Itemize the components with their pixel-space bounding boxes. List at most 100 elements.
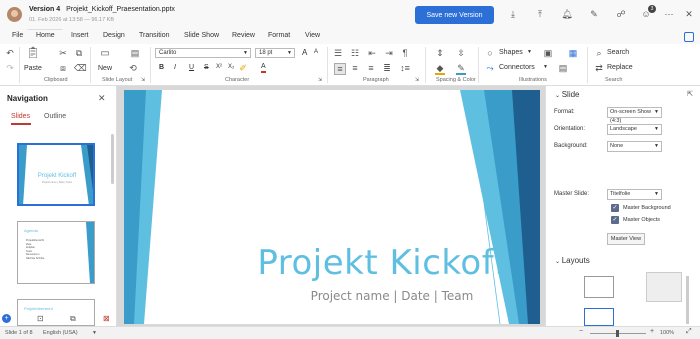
picture-icon[interactable]: ▣ — [543, 48, 553, 58]
chevron-down-icon[interactable]: ▼ — [92, 330, 97, 336]
slide-view-icon[interactable]: ⊡ — [37, 314, 44, 323]
grow-font-button[interactable]: A — [302, 48, 307, 57]
paragraph-mark-icon[interactable]: ¶ — [400, 48, 410, 58]
menu-review[interactable]: Review — [232, 32, 255, 39]
underline-button[interactable]: U — [189, 64, 194, 71]
share-icon[interactable]: ☍ — [615, 8, 627, 20]
menu-insert[interactable]: Insert — [71, 32, 89, 39]
background-select[interactable]: None ▼ — [607, 141, 662, 152]
orientation-select[interactable]: Landscape ▼ — [607, 124, 662, 135]
strikethrough-button[interactable]: S — [204, 64, 209, 71]
align-left-icon[interactable]: ≡ — [334, 63, 346, 75]
chevron-down-icon[interactable]: ▼ — [527, 49, 532, 55]
menu-file[interactable]: File — [12, 32, 23, 39]
highlight-color-icon[interactable]: ✐ — [238, 63, 248, 73]
master-objects-checkbox[interactable]: ✓ — [611, 216, 619, 224]
avatar[interactable] — [7, 7, 22, 22]
upload-icon[interactable]: ⤒ — [534, 8, 546, 20]
navigation-scrollbar[interactable] — [111, 134, 114, 184]
copy-icon[interactable]: ⧉ — [74, 48, 84, 58]
superscript-button[interactable]: X² — [216, 64, 222, 70]
search-button[interactable]: Search — [607, 49, 629, 56]
new-slide-icon[interactable]: ▭ — [98, 49, 112, 59]
launcher-icon[interactable]: ⇲ — [317, 75, 323, 85]
master-background-checkbox[interactable]: ✓ — [611, 204, 619, 212]
layout-thumbnail[interactable] — [646, 272, 682, 302]
format-select[interactable]: On-screen Show (4:3) ▼ — [607, 107, 662, 124]
increase-indent-icon[interactable]: ⇥ — [384, 48, 394, 58]
fit-to-window-icon[interactable]: ⤢ — [686, 328, 692, 336]
new-slide-button[interactable]: New — [98, 65, 112, 72]
sidebar-toggle-icon[interactable] — [684, 32, 694, 42]
expand-panel-icon[interactable]: ⇱ — [686, 90, 694, 100]
menu-home[interactable]: Home — [36, 32, 55, 39]
save-new-version-button[interactable]: Save new Version — [415, 6, 494, 24]
cut-icon[interactable]: ✂ — [58, 48, 68, 58]
tab-slides[interactable]: Slides — [11, 113, 30, 120]
menu-transition[interactable]: Transition — [139, 32, 169, 39]
bullet-list-icon[interactable]: ☰ — [333, 48, 343, 58]
bold-button[interactable]: B — [159, 64, 164, 71]
section-layouts-header[interactable]: ⌄ Layouts — [555, 256, 590, 265]
chevron-down-icon[interactable]: ▼ — [543, 64, 548, 70]
slide-thumbnail-3[interactable]: Projektübersicht — [17, 299, 95, 326]
replace-icon[interactable]: ⇄ — [594, 63, 604, 73]
bell-icon[interactable]: 🔔︎ — [561, 8, 573, 20]
layout-thumbnail[interactable] — [584, 276, 614, 298]
vertical-align-icon[interactable]: ⇳ — [456, 48, 466, 58]
menu-format[interactable]: Format — [268, 32, 290, 39]
zoom-out-icon[interactable]: − — [579, 328, 583, 335]
slide-thumbnail-2[interactable]: Agenda Projektübersicht Ziele Zeitplan T… — [17, 221, 95, 284]
slide-layout-icon[interactable]: ▤ — [128, 48, 142, 58]
search-icon[interactable]: ⌕ — [594, 48, 604, 58]
shrink-font-button[interactable]: A — [314, 49, 318, 55]
language-selector[interactable]: English (USA) — [43, 330, 78, 336]
close-icon[interactable]: ✕ — [683, 8, 695, 20]
slide-title[interactable]: Projekt Kickoff — [124, 243, 540, 283]
font-size-select[interactable]: 18 pt ▼ — [255, 48, 295, 58]
undo-icon[interactable]: ↶ — [5, 48, 15, 58]
section-slide-header[interactable]: ⌄ Slide — [555, 90, 580, 99]
align-right-icon[interactable]: ≡ — [366, 63, 376, 73]
tab-outline[interactable]: Outline — [44, 113, 66, 120]
feather-icon[interactable]: ✎ — [588, 8, 600, 20]
layout-thumbnail[interactable] — [584, 308, 614, 326]
shapes-button[interactable]: Shapes — [499, 49, 523, 56]
font-color-button[interactable]: A — [261, 63, 266, 73]
subscript-button[interactable]: X₂ — [228, 64, 234, 70]
paste-icon[interactable]: 📋︎ — [26, 48, 40, 59]
line-color-icon[interactable]: ✎ — [456, 63, 466, 75]
current-slide[interactable]: Projekt Kickoff Project name | Date | Te… — [124, 90, 540, 324]
menu-view[interactable]: View — [305, 32, 320, 39]
connectors-icon[interactable]: ⤳ — [485, 63, 495, 73]
reset-slide-icon[interactable]: ⟲ — [128, 63, 138, 73]
launcher-icon[interactable]: ⇲ — [414, 75, 420, 85]
clear-format-icon[interactable]: ⌫ — [74, 63, 87, 73]
slide-thumbnail-1[interactable]: Projekt Kickoff Projekt name | Date | Te… — [17, 143, 95, 206]
connectors-button[interactable]: Connectors — [499, 64, 535, 71]
more-icon[interactable]: ⋯ — [663, 8, 675, 20]
shapes-icon[interactable]: ○ — [485, 48, 495, 58]
align-center-icon[interactable]: ≡ — [350, 63, 360, 73]
delete-slide-icon[interactable]: ⊠ — [103, 314, 110, 323]
file-name[interactable]: Projekt_Kickoff_Praesentation.pptx — [66, 6, 175, 13]
menu-slide-show[interactable]: Slide Show — [184, 32, 219, 39]
zoom-slider-handle[interactable] — [616, 330, 619, 337]
launcher-icon[interactable]: ⇲ — [140, 75, 146, 85]
slide-subtitle[interactable]: Project name | Date | Team — [124, 289, 540, 303]
table-icon[interactable]: ▦ — [568, 48, 578, 58]
menu-design[interactable]: Design — [103, 32, 125, 39]
justify-icon[interactable]: ≣ — [382, 63, 392, 73]
zoom-level[interactable]: 100% — [660, 330, 674, 336]
redo-icon[interactable]: ↷ — [5, 63, 15, 73]
textbox-icon[interactable]: ▤ — [558, 63, 568, 73]
master-view-button[interactable]: Master View — [607, 233, 645, 245]
line-spacing-icon[interactable]: ↕≡ — [399, 63, 411, 73]
text-spacing-icon[interactable]: ⇕ — [435, 48, 445, 58]
duplicate-slide-icon[interactable]: ⧉ — [70, 314, 76, 324]
master-slide-select[interactable]: Titelfolie ▼ — [607, 189, 662, 200]
font-name-select[interactable]: Carlito ▼ — [155, 48, 251, 58]
decrease-indent-icon[interactable]: ⇤ — [367, 48, 377, 58]
close-icon[interactable]: ✕ — [98, 93, 106, 104]
italic-button[interactable]: I — [174, 64, 176, 71]
